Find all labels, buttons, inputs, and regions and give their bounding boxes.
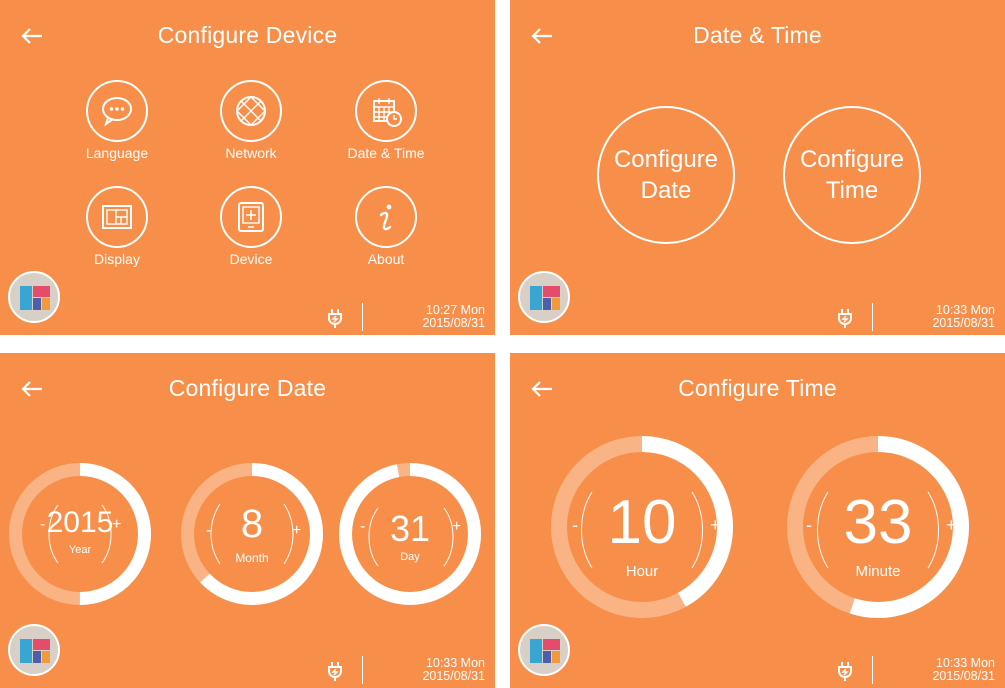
year-unit-label: Year [68,544,92,556]
tile-label: Date & Time [347,145,425,161]
status-divider [362,656,363,684]
tile-label: About [367,251,405,267]
minute-dial[interactable]: 33 Minute - + [786,435,970,619]
clock: 10:33 Mon 2015/08/31 [422,657,485,683]
month-unit-label: Month [235,551,269,565]
year-value: 2015 [46,506,114,539]
hour-increment-button[interactable]: + [710,515,721,536]
tablet-plus-icon [220,186,282,248]
status-bar: 10:27 Mon 2015/08/31 [315,302,485,334]
home-app-button[interactable] [8,271,60,323]
clock-date: 2015/08/31 [932,316,995,330]
tile-network[interactable]: Network [191,80,311,161]
swipe-arc-left-icon [210,503,221,565]
swipe-arc-left-icon [48,504,59,564]
app-grid-icon [20,286,50,310]
button-label-line1: Configure [613,146,719,173]
status-divider [872,303,873,331]
year-dial[interactable]: 2015 Year - + [8,462,152,606]
tile-label: Display [94,251,140,267]
swipe-arc-right-icon [283,503,294,565]
chat-bubble-icon [86,80,148,142]
tile-language[interactable]: Language [57,80,177,161]
home-app-button[interactable] [518,271,570,323]
hour-dial[interactable]: 10 Hour - + [550,435,734,619]
swipe-arc-right-icon [443,507,454,567]
page-title: Configure Time [678,375,837,401]
tile-date-time[interactable]: Date & Time [326,80,446,161]
home-app-button[interactable] [518,624,570,676]
globe-icon [220,80,282,142]
configure-time-button[interactable]: Configure Time [783,106,921,244]
swipe-arc-right-icon [691,491,703,569]
app-grid-icon [530,286,560,310]
configure-date-button[interactable]: Configure Date [597,106,735,244]
home-app-button[interactable] [8,624,60,676]
clock: 10:33 Mon 2015/08/31 [932,304,995,330]
app-grid-icon [20,639,50,663]
day-dial[interactable]: 31 Day - + [338,462,482,606]
status-bar: 10:33 Mon 2015/08/31 [825,655,995,687]
tile-label: Device [229,251,273,267]
page-title: Configure Device [157,22,338,48]
page-title: Configure Date [168,375,327,401]
page-title: Date & Time [693,22,822,48]
button-label-line2: Date [640,177,692,204]
power-plug-icon [328,309,342,328]
status-bar: 10:33 Mon 2015/08/31 [825,302,995,334]
tile-label: Language [85,145,149,161]
clock-date: 2015/08/31 [422,316,485,330]
power-plug-icon [328,662,342,681]
minute-increment-button[interactable]: + [946,515,957,536]
swipe-arc-right-icon [101,504,112,564]
status-divider [872,656,873,684]
tile-display[interactable]: Display [57,186,177,267]
display-layout-icon [86,186,148,248]
button-label-line1: Configure [799,146,905,173]
clock: 10:27 Mon 2015/08/31 [422,304,485,330]
power-plug-icon [838,662,852,681]
date-time-screen: Date & Time Configure Date Configure Tim… [510,0,1005,335]
tile-label: Network [225,145,277,161]
button-label-line2: Time [825,177,879,204]
power-plug-icon [838,309,852,328]
swipe-arc-left-icon [581,491,593,569]
swipe-arc-left-icon [368,507,379,567]
configure-time-screen: Configure Time 10 Hour - + 33 Minute - +… [510,353,1005,688]
tile-device[interactable]: Device [191,186,311,267]
clock-date: 2015/08/31 [422,669,485,683]
info-icon [355,186,417,248]
status-bar: 10:33 Mon 2015/08/31 [315,655,485,687]
clock: 10:33 Mon 2015/08/31 [932,657,995,683]
swipe-arc-right-icon [927,491,939,569]
swipe-arc-left-icon [817,491,829,569]
day-unit-label: Day [400,551,420,563]
month-dial[interactable]: 8 Month - + [180,462,324,606]
tile-about[interactable]: About [326,186,446,267]
app-grid-icon [530,639,560,663]
configure-device-screen: Configure Device Language Network Date &… [0,0,495,335]
clock-date: 2015/08/31 [932,669,995,683]
status-divider [362,303,363,331]
calendar-clock-icon [355,80,417,142]
configure-date-screen: Configure Date 2015 Year - + 8 Month - +… [0,353,495,688]
month-value: 8 [240,502,264,546]
